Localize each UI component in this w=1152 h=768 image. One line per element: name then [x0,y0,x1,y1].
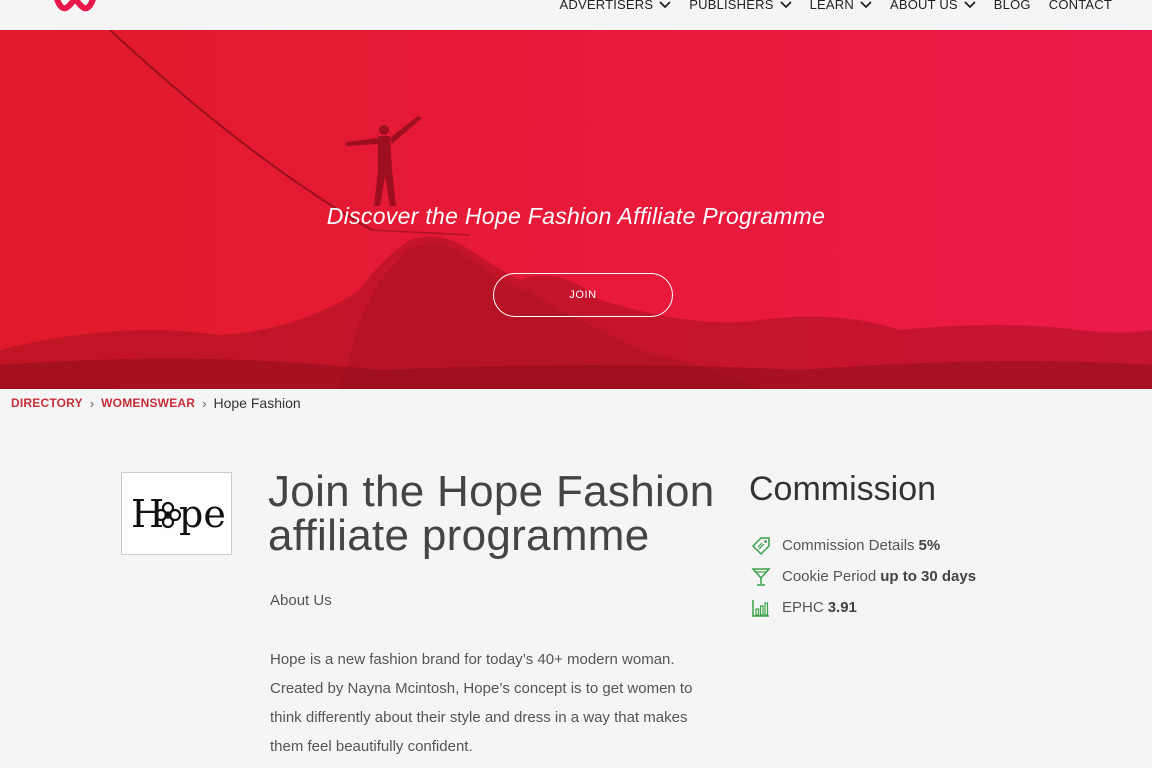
nav-item-publishers[interactable]: PUBLISHERS [689,0,792,12]
ephc-value: 3.91 [827,599,857,616]
about-us-text: Hope is a new fashion brand for today’s … [270,651,693,755]
svg-text:H: H [131,492,164,536]
cookie-period-label: Cookie Period [782,568,877,585]
nav-label: ABOUT US [889,0,958,12]
breadcrumb-current: Hope Fashion [213,395,301,411]
about-us-heading: About Us [270,592,332,609]
breadcrumb-directory-link[interactable]: DIRECTORY [11,396,83,410]
hope-logo-image: H pe [131,492,226,536]
brand-logo: H pe [121,472,232,555]
commission-details-value: 5% [918,537,941,554]
nav-item-advertisers[interactable]: ADVERTISERS [560,0,672,12]
cookie-glass-icon [751,567,771,586]
nav-label: PUBLISHERS [689,0,774,12]
chevron-down-icon [860,0,872,8]
hero-banner: Discover the Hope Fashion Affiliate Prog… [0,30,1152,389]
breadcrumb: DIRECTORY › WOMENSWEAR › Hope Fashion [11,395,301,411]
nav-label: ADVERTISERS [559,0,654,12]
ephc-label: EPHC [782,599,824,616]
main-nav: ADVERTISERS PUBLISHERS LEARN ABOUT US BL… [560,0,1112,12]
brand-logo-icon[interactable] [52,0,98,12]
page-title: Join the Hope Fashion affiliate programm… [268,467,715,560]
chevron-down-icon [779,0,792,8]
nav-label: BLOG [993,0,1031,12]
nav-item-learn[interactable]: LEARN [810,0,872,12]
chevron-down-icon [659,0,671,8]
cookie-period-row: Cookie Period up to 30 days [750,561,976,592]
commission-details-row: Commission Details 5% [750,530,976,561]
breadcrumb-separator: › [202,395,207,411]
hero-title: Discover the Hope Fashion Affiliate Prog… [326,203,826,229]
commission-heading: Commission [749,470,937,508]
nav-label: LEARN [809,0,854,12]
cookie-period-value: up to 30 days [880,568,977,585]
commission-list: Commission Details 5% Cookie Period up t… [750,530,976,623]
ephc-row: EPHC 3.91 [750,592,976,623]
join-button[interactable]: JOIN [493,273,673,317]
breadcrumb-separator: › [89,395,95,411]
nav-item-blog[interactable]: BLOG [994,0,1031,12]
svg-text:pe: pe [179,492,226,536]
bar-chart-icon [752,599,769,617]
chevron-down-icon [964,0,976,8]
commission-details-label: Commission Details [782,537,915,554]
nav-item-about-us[interactable]: ABOUT US [890,0,976,12]
top-bar: ADVERTISERS PUBLISHERS LEARN ABOUT US BL… [0,0,1152,30]
tag-icon [751,536,770,555]
nav-label: CONTACT [1048,0,1112,12]
nav-item-contact[interactable]: CONTACT [1049,0,1112,12]
breadcrumb-womenswear-link[interactable]: WOMENSWEAR [101,396,195,410]
